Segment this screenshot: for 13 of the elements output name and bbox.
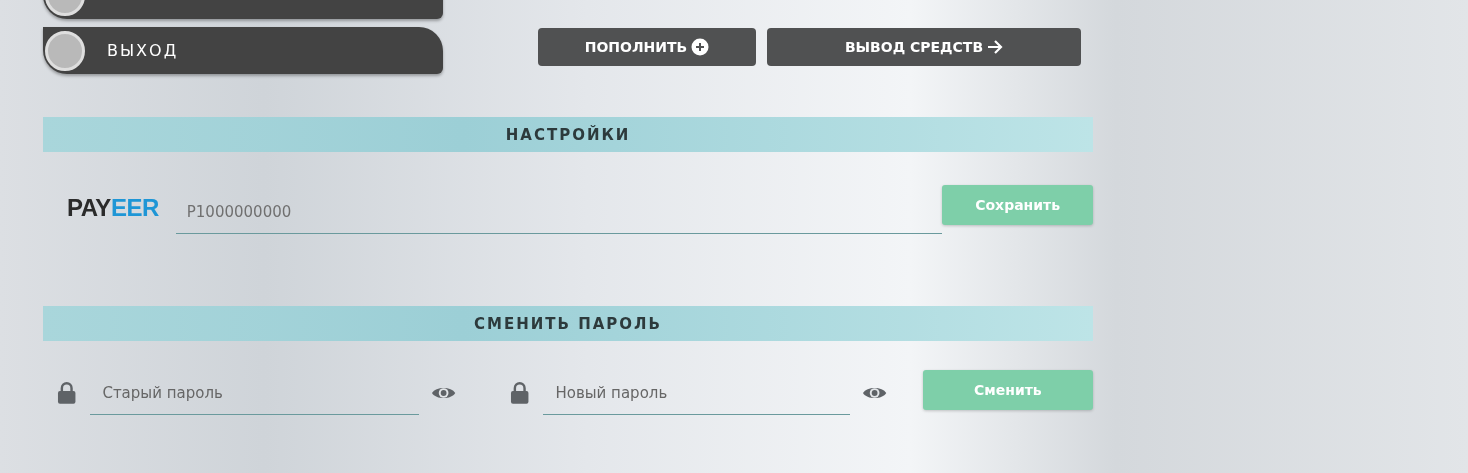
- password-input[interactable]: Старый пароль: [90, 371, 419, 415]
- lock-icon: [57, 381, 77, 405]
- action-button[interactable]: ПОПОЛНИТЬ: [538, 28, 756, 66]
- plus-icon: [691, 38, 710, 56]
- section-header: СМЕНИТЬ ПАРОЛЬ: [43, 306, 1093, 341]
- wallet-input[interactable]: P1000000000: [175, 190, 943, 234]
- arrow-right-icon: [987, 40, 1004, 54]
- section-header: НАСТРОЙКИ: [43, 117, 1093, 152]
- payeer-logo: PAYEER: [67, 194, 160, 222]
- lock-icon: [510, 381, 530, 405]
- password-input[interactable]: Новый пароль: [543, 371, 850, 415]
- action-button[interactable]: ВЫВОД СРЕДСТВ: [767, 28, 1081, 66]
- menu-button[interactable]: ВЫХОД: [43, 27, 443, 74]
